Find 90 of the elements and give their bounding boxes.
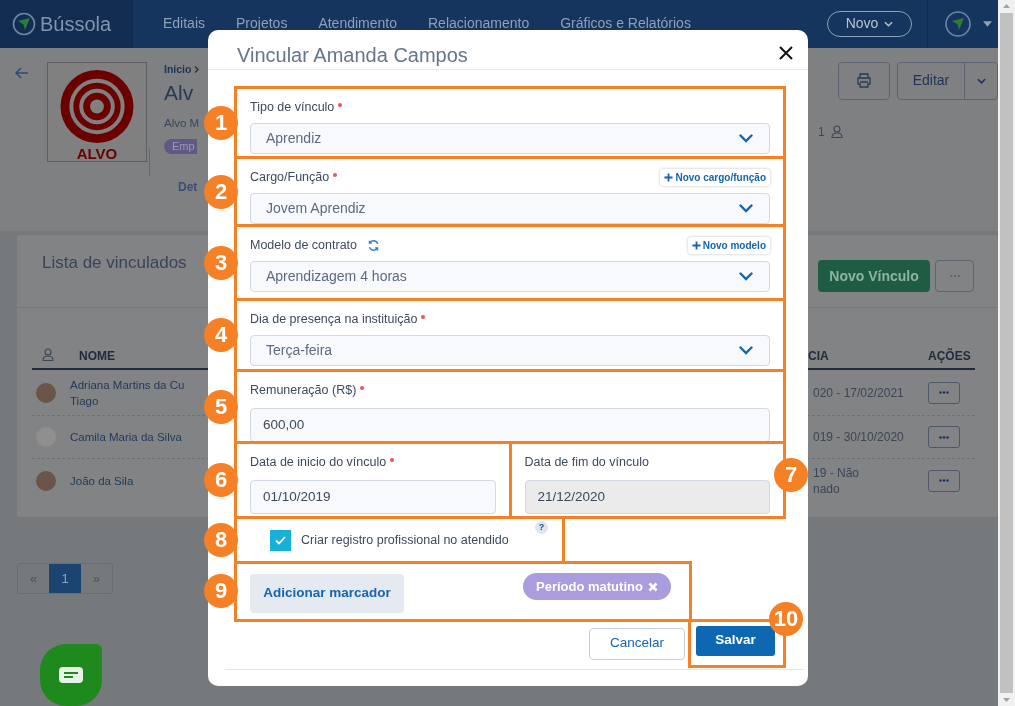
- back-arrow-icon[interactable]: [15, 66, 29, 79]
- period-text: 019 - 30/10/2020: [813, 429, 905, 446]
- step-number: 9: [204, 574, 238, 608]
- field-label: Cargo/Função: [250, 168, 330, 186]
- chevron-right-icon: [194, 66, 200, 74]
- tag-chip: Período matutino: [523, 573, 671, 600]
- logo-text: ALVO: [76, 145, 118, 161]
- arrow-down-icon: [1003, 698, 1010, 702]
- column-header: CIA: [808, 348, 830, 366]
- select-field[interactable]: Terça-feira: [250, 335, 770, 366]
- input-field[interactable]: 600,00: [250, 408, 770, 442]
- more-button[interactable]: [935, 260, 974, 293]
- remove-icon[interactable]: [647, 581, 658, 592]
- list-title: Lista de vinculados: [42, 252, 187, 275]
- ellipsis-icon: [939, 391, 949, 395]
- ellipsis-icon: [939, 435, 949, 439]
- checkbox-label: Criar registro profissional no atendido: [301, 531, 509, 549]
- caret-icon: [884, 20, 894, 27]
- step-number: 3: [204, 245, 238, 280]
- modal-title: Vincular Amanda Campos: [237, 45, 468, 65]
- scrollbar[interactable]: [998, 0, 1015, 706]
- step-number: 7: [774, 458, 808, 492]
- arrow-up-icon: [1003, 4, 1010, 8]
- period-text: nado: [813, 480, 841, 497]
- ellipsis-icon: [939, 479, 949, 483]
- printer-icon: [856, 73, 872, 89]
- close-icon[interactable]: [779, 46, 793, 60]
- status-badge: Emp: [164, 138, 197, 154]
- actions-button[interactable]: [928, 469, 960, 492]
- period-text: 19 - Não: [813, 464, 861, 481]
- cancel-button[interactable]: Cancelar: [589, 627, 685, 660]
- avatar: [36, 470, 56, 491]
- plus-icon: [664, 172, 674, 182]
- field-label: Data de inicio do vínculo: [250, 453, 387, 471]
- chevron-down-icon: [739, 134, 753, 143]
- add-tag-button[interactable]: Adicionar marcador: [250, 574, 404, 613]
- caret-icon[interactable]: [983, 20, 992, 27]
- field-label: Remuneração (R$): [250, 381, 357, 399]
- brand-name: Bússola: [40, 11, 112, 37]
- save-button[interactable]: Salvar: [696, 625, 775, 656]
- checkbox[interactable]: [270, 529, 291, 551]
- nav-link[interactable]: Projetos: [236, 13, 288, 35]
- chevron-down-icon: [739, 346, 753, 355]
- step-number: 5: [204, 389, 238, 424]
- help-icon[interactable]: ?: [535, 521, 548, 534]
- chevron-down-icon: [976, 77, 986, 84]
- field-label: Data de fim do vínculo: [524, 453, 649, 471]
- step-number: 2: [204, 174, 238, 209]
- add-button[interactable]: Novo modelo: [687, 236, 770, 254]
- page-button[interactable]: 1: [49, 563, 81, 594]
- select-field[interactable]: Jovem Aprendiz: [250, 193, 770, 224]
- avatar: [36, 382, 56, 403]
- select-field[interactable]: Aprendiz: [250, 123, 770, 154]
- page-title: Alv: [164, 80, 194, 107]
- avatar-icon[interactable]: [945, 10, 971, 37]
- print-button[interactable]: [838, 61, 890, 100]
- actions-button[interactable]: [928, 381, 960, 404]
- nav-link[interactable]: Gráficos e Relatórios: [560, 13, 691, 35]
- member-count: 1: [818, 123, 825, 141]
- nav-link[interactable]: Relacionamento: [428, 13, 530, 35]
- select-field[interactable]: Aprendizagem 4 horas: [250, 261, 770, 292]
- step-number: 4: [204, 318, 238, 352]
- person-icon: [42, 348, 54, 362]
- chevron-down-icon: [739, 272, 753, 281]
- person-icon: [830, 125, 843, 139]
- chat-button[interactable]: [40, 644, 102, 706]
- chat-icon: [59, 667, 83, 684]
- step-number: 8: [204, 523, 238, 557]
- breadcrumb[interactable]: Início: [164, 61, 192, 78]
- step-number: 10: [769, 602, 803, 636]
- step-number: 6: [204, 463, 238, 497]
- target-icon: [59, 68, 135, 144]
- column-header: NOME: [79, 348, 115, 366]
- field-label: Tipo de vínculo: [250, 98, 335, 116]
- step-number: 1: [204, 105, 238, 140]
- compass-icon: [12, 11, 36, 36]
- plus-icon: [691, 240, 701, 250]
- chevron-down-icon: [739, 204, 753, 213]
- nav-link[interactable]: Editais: [163, 13, 206, 35]
- check-icon: [275, 535, 286, 545]
- subtitle: Alvo M: [164, 115, 200, 131]
- period-text: 020 - 17/02/2021: [813, 384, 905, 401]
- column-header: AÇÕES: [928, 347, 972, 366]
- add-button[interactable]: Novo cargo/função: [660, 168, 770, 186]
- field-label: Modelo de contrato: [250, 236, 357, 254]
- input-field[interactable]: 01/10/2019: [250, 480, 496, 514]
- actions-button[interactable]: [928, 426, 960, 449]
- nav-link[interactable]: Atendimento: [318, 13, 397, 35]
- new-link-button[interactable]: Novo Vínculo: [818, 260, 930, 293]
- field-label: Dia de presença na instituição: [250, 310, 418, 328]
